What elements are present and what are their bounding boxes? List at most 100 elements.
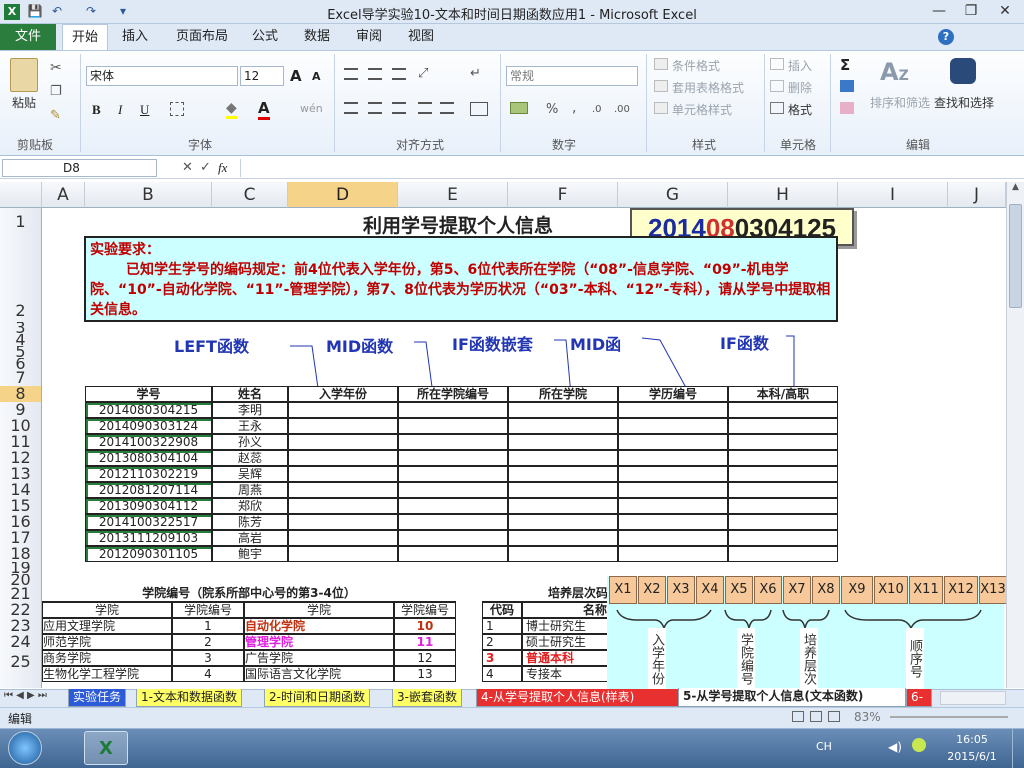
empty-result-cell[interactable]	[508, 450, 618, 466]
student-name-cell[interactable]: 王永	[212, 418, 288, 434]
network-icon[interactable]	[912, 738, 926, 752]
college-col-header-2[interactable]: 学院	[244, 602, 394, 618]
clock-time[interactable]: 16:05	[948, 733, 996, 746]
empty-result-cell[interactable]	[728, 466, 838, 482]
excel-taskbar-icon[interactable]: X	[84, 731, 128, 765]
header-student-id[interactable]: 学号	[85, 386, 212, 402]
level-name-cell[interactable]: 博士研究生	[522, 618, 608, 634]
empty-result-cell[interactable]	[288, 466, 398, 482]
row-header[interactable]: 13	[0, 466, 42, 482]
level-name-header[interactable]: 名称	[522, 602, 608, 618]
college-code-col-header-2[interactable]: 学院编号	[394, 602, 456, 618]
empty-result-cell[interactable]	[508, 546, 618, 562]
empty-result-cell[interactable]	[728, 514, 838, 530]
empty-result-cell[interactable]	[618, 434, 728, 450]
empty-result-cell[interactable]	[618, 450, 728, 466]
student-name-cell[interactable]: 鲍宇	[212, 546, 288, 562]
college-name-cell[interactable]: 广告学院	[244, 650, 394, 666]
empty-result-cell[interactable]	[728, 418, 838, 434]
empty-result-cell[interactable]	[728, 530, 838, 546]
empty-result-cell[interactable]	[398, 466, 508, 482]
college-name-cell[interactable]: 师范学院	[42, 634, 172, 650]
student-name-cell[interactable]: 孙义	[212, 434, 288, 450]
student-name-cell[interactable]: 郑欣	[212, 498, 288, 514]
clock-date[interactable]: 2015/6/1	[942, 750, 1002, 763]
start-button-icon[interactable]	[8, 731, 42, 765]
row-header[interactable]: 16	[0, 514, 42, 530]
student-id-cell[interactable]: 2013111209103	[85, 530, 212, 546]
empty-result-cell[interactable]	[728, 482, 838, 498]
student-id-cell[interactable]: 2012081207114	[85, 482, 212, 498]
college-code-cell[interactable]: 11	[394, 634, 456, 650]
empty-result-cell[interactable]	[508, 514, 618, 530]
scroll-thumb[interactable]	[1009, 204, 1022, 308]
student-id-cell[interactable]: 2014100322908	[85, 434, 212, 450]
student-name-cell[interactable]: 吴辉	[212, 466, 288, 482]
college-name-cell[interactable]: 自动化学院	[244, 618, 394, 634]
student-id-cell[interactable]: 2012090301105	[85, 546, 212, 562]
level-code-cell[interactable]: 4	[482, 666, 522, 682]
college-code-cell[interactable]: 1	[172, 618, 244, 634]
student-id-cell[interactable]: 2013080304104	[85, 450, 212, 466]
empty-result-cell[interactable]	[618, 514, 728, 530]
empty-result-cell[interactable]	[618, 498, 728, 514]
college-name-cell[interactable]: 国际语言文化学院	[244, 666, 394, 682]
empty-result-cell[interactable]	[398, 434, 508, 450]
scroll-up-arrow-icon[interactable]: ▲	[1007, 182, 1024, 198]
level-code-cell[interactable]: 2	[482, 634, 522, 650]
row-header[interactable]: 25	[0, 650, 42, 688]
level-code-cell[interactable]: 3	[482, 650, 522, 666]
sheet-tab-active[interactable]: 5-从学号提取个人信息(文本函数)	[678, 688, 906, 707]
row-header[interactable]: 21	[0, 586, 42, 602]
college-code-col-header[interactable]: 学院编号	[172, 602, 244, 618]
tab-nav-first-icon[interactable]: ⏮ ◀ ▶ ⏭	[4, 690, 47, 701]
empty-result-cell[interactable]	[618, 418, 728, 434]
empty-result-cell[interactable]	[728, 450, 838, 466]
row-header[interactable]: 20	[0, 574, 42, 586]
empty-result-cell[interactable]	[618, 466, 728, 482]
empty-result-cell[interactable]	[288, 434, 398, 450]
empty-result-cell[interactable]	[288, 546, 398, 562]
level-table-title[interactable]: 培养层次码	[482, 586, 608, 602]
row-header[interactable]: 24	[0, 634, 42, 650]
empty-result-cell[interactable]	[288, 418, 398, 434]
empty-result-cell[interactable]	[618, 530, 728, 546]
student-name-cell[interactable]: 赵蕊	[212, 450, 288, 466]
row-header[interactable]: 12	[0, 450, 42, 466]
empty-result-cell[interactable]	[398, 482, 508, 498]
sheet-tab-date-functions[interactable]: 2-时间和日期函数	[264, 689, 370, 707]
student-name-cell[interactable]: 高岩	[212, 530, 288, 546]
page-break-view-icon[interactable]	[828, 711, 840, 722]
sheet-tab-more[interactable]: 6-	[906, 689, 932, 707]
sheet-tab-sample[interactable]: 4-从学号提取个人信息(样表)	[476, 689, 680, 707]
student-id-cell[interactable]: 2014090303124	[85, 418, 212, 434]
student-id-cell[interactable]: 2014080304215	[85, 402, 212, 418]
empty-result-cell[interactable]	[728, 546, 838, 562]
zoom-level[interactable]: 83%	[854, 710, 881, 724]
empty-result-cell[interactable]	[508, 402, 618, 418]
header-college[interactable]: 所在学院	[508, 386, 618, 402]
empty-result-cell[interactable]	[508, 466, 618, 482]
row-header[interactable]: 17	[0, 530, 42, 546]
empty-result-cell[interactable]	[398, 530, 508, 546]
empty-result-cell[interactable]	[508, 418, 618, 434]
college-table-title[interactable]: 学院编号（院系所部中心号的第3-4位）	[42, 586, 456, 602]
row-header[interactable]: 22	[0, 602, 42, 618]
sheet-tab-task[interactable]: 实验任务	[68, 689, 127, 707]
level-name-cell[interactable]: 普通本科	[522, 650, 608, 666]
level-code-header[interactable]: 代码	[482, 602, 522, 618]
student-id-cell[interactable]: 2012110302219	[85, 466, 212, 482]
empty-result-cell[interactable]	[618, 402, 728, 418]
sheet-tab-nested-functions[interactable]: 3-嵌套函数	[392, 689, 462, 707]
row-header[interactable]: 14	[0, 482, 42, 498]
empty-result-cell[interactable]	[288, 514, 398, 530]
college-code-cell[interactable]: 10	[394, 618, 456, 634]
header-edu-code[interactable]: 学历编号	[618, 386, 728, 402]
empty-result-cell[interactable]	[618, 546, 728, 562]
empty-result-cell[interactable]	[288, 498, 398, 514]
row-header[interactable]: 10	[0, 418, 42, 434]
level-name-cell[interactable]: 专接本	[522, 666, 608, 682]
empty-result-cell[interactable]	[398, 514, 508, 530]
college-name-cell[interactable]: 商务学院	[42, 650, 172, 666]
show-desktop-button[interactable]	[1012, 729, 1024, 768]
